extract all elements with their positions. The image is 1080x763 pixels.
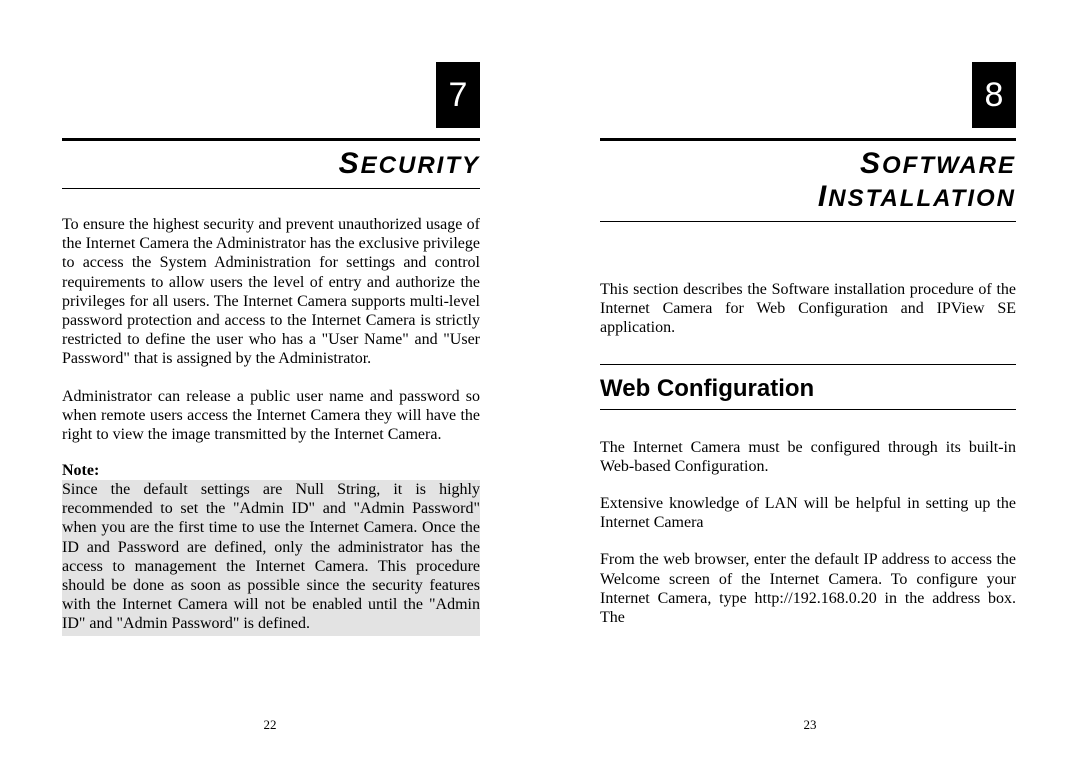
section-heading-web-configuration: Web Configuration — [600, 375, 1016, 403]
section-rule-top — [600, 364, 1016, 365]
note-label: Note: — [62, 462, 480, 480]
chapter-rule-bottom — [600, 221, 1016, 222]
intro-text: This section describes the Software inst… — [600, 280, 1016, 338]
page-number-right: 23 — [540, 717, 1080, 733]
chapter-number-badge: 8 — [972, 62, 1016, 128]
section-body: The Internet Camera must be configured t… — [600, 438, 1016, 628]
page-right: 8 SOFTWARE INSTALLATION This section des… — [540, 0, 1080, 763]
chapter-title-software-installation: SOFTWARE INSTALLATION — [600, 147, 1016, 213]
note-box: Since the default settings are Null Stri… — [62, 480, 480, 636]
chapter-rule-bottom — [62, 188, 480, 189]
paragraph: From the web browser, enter the default … — [600, 550, 1016, 627]
paragraph: Extensive knowledge of LAN will be helpf… — [600, 494, 1016, 532]
chapter-title-security: SECURITY — [62, 147, 480, 180]
chapter-rule-top — [600, 138, 1016, 141]
paragraph: To ensure the highest security and preve… — [62, 215, 480, 369]
page-number-left: 22 — [0, 717, 540, 733]
chapter-number-badge: 7 — [436, 62, 480, 128]
paragraph: This section describes the Software inst… — [600, 280, 1016, 338]
body-text-left: To ensure the highest security and preve… — [62, 215, 480, 636]
page-left: 7 SECURITY To ensure the highest securit… — [0, 0, 540, 763]
paragraph: Administrator can release a public user … — [62, 387, 480, 445]
paragraph: The Internet Camera must be configured t… — [600, 438, 1016, 476]
section-rule-bottom — [600, 409, 1016, 410]
chapter-rule-top — [62, 138, 480, 141]
